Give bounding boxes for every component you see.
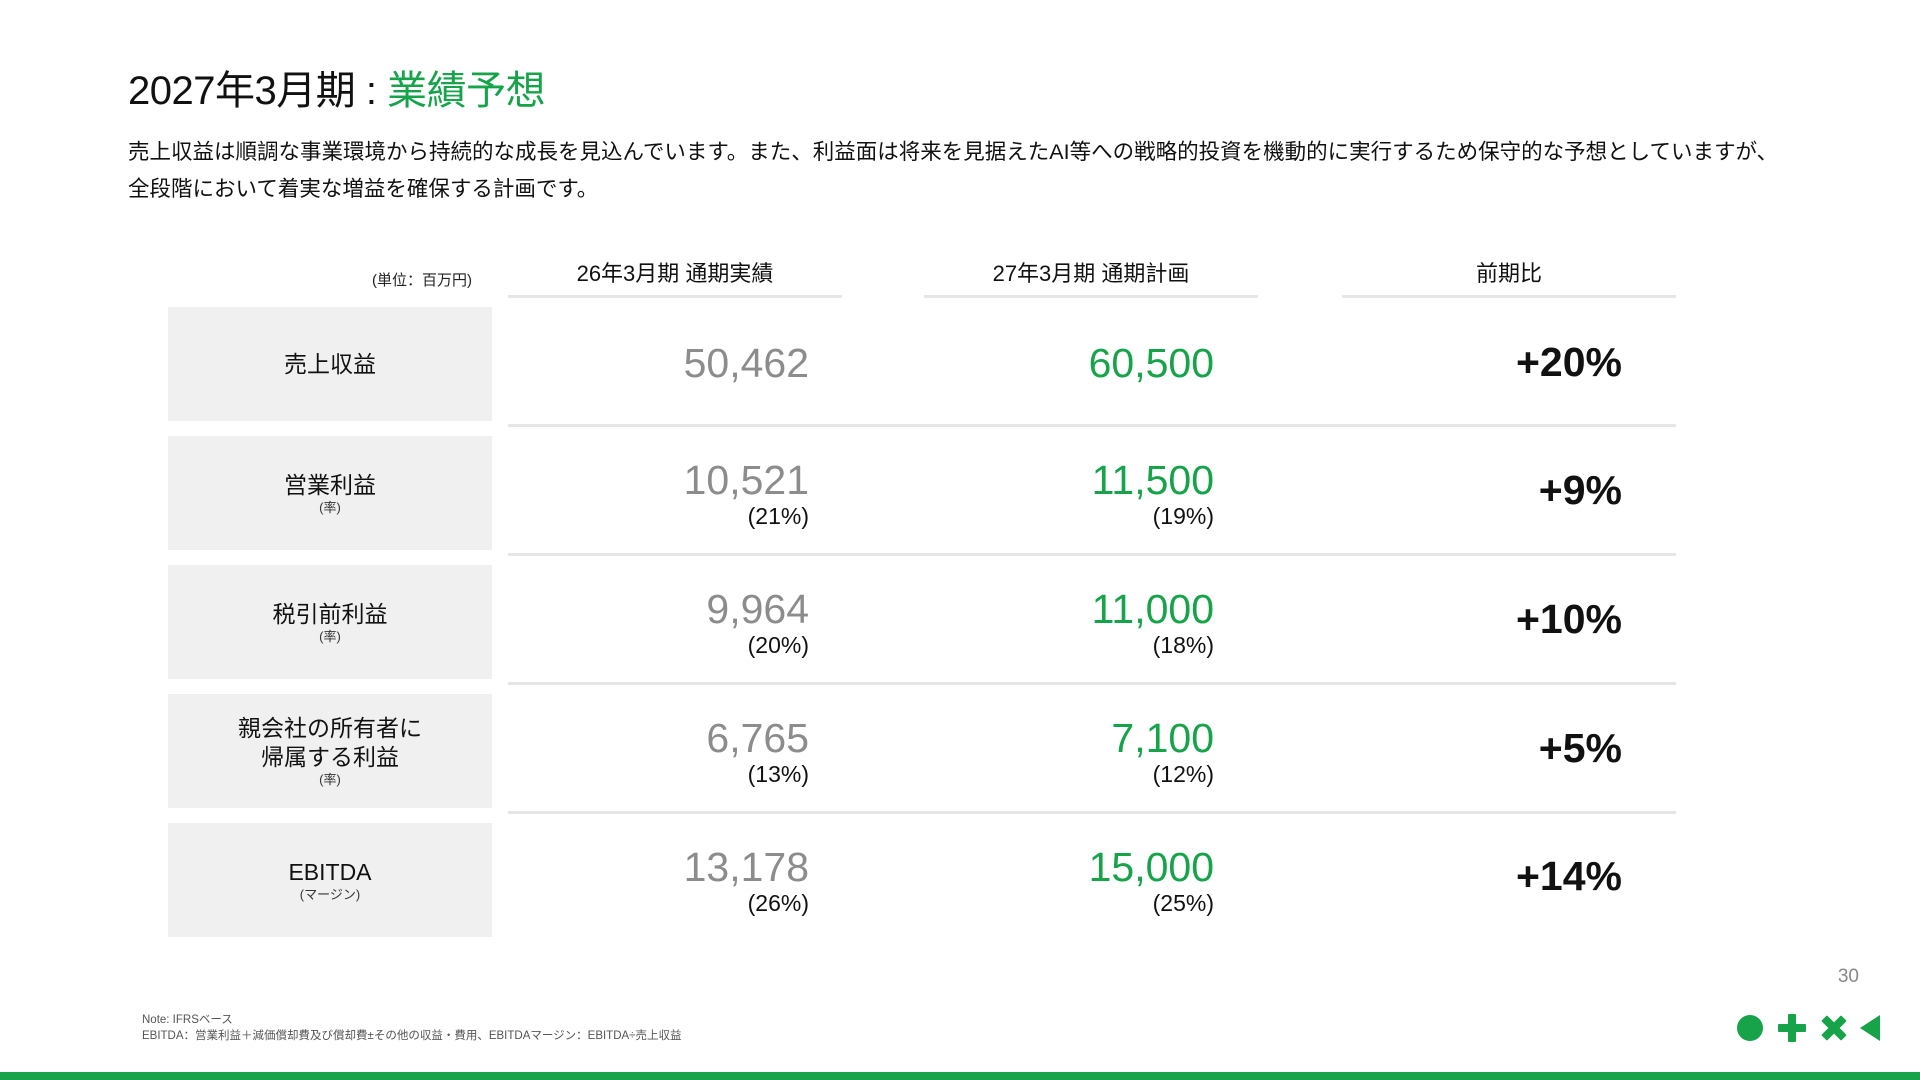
column-header-plan: 27年3月期 通期計画 (924, 256, 1258, 298)
prev-value-ebitda: 13,178 (26%) (684, 845, 809, 917)
row-label-text: EBITDA (288, 858, 372, 885)
prev-rate: (21%) (747, 503, 809, 529)
row-label-text: 税引前利益 (272, 600, 388, 627)
plan-number: 15,000 (1088, 844, 1214, 890)
prev-number: 9,964 (706, 586, 809, 632)
column-header-prev: 26年3月期 通期実績 (508, 256, 842, 298)
title-prefix: 2027年3月期 : (128, 69, 388, 113)
row-label-text: 売上収益 (284, 350, 376, 377)
plan-value-revenue: 60,500 (1089, 341, 1214, 385)
unit-label: (単位：百万円) (372, 272, 472, 289)
plan-number: 7,100 (1111, 715, 1214, 761)
footnote-line-2: EBITDA：営業利益＋減価償却費及び償却費±その他の収益・費用、EBITDAマ… (142, 1030, 682, 1042)
change-revenue: +20% (1515, 339, 1622, 385)
plan-rate: (12%) (1152, 761, 1214, 787)
description-text: 売上収益は順調な事業環境から持続的な成長を見込んでいます。また、利益面は将来を見… (128, 140, 1779, 201)
row-separator (508, 553, 1676, 556)
page-number: 30 (1837, 966, 1859, 987)
plan-value-parent-profit: 7,100 (12%) (1111, 716, 1214, 788)
row-label-operating-profit: 営業利益 (率) (168, 436, 492, 550)
brand-logo (1737, 1014, 1880, 1042)
plan-number: 11,500 (1091, 457, 1214, 503)
prev-rate: (26%) (747, 890, 809, 916)
plan-rate: (25%) (1152, 890, 1214, 916)
title-accent: 業績予想 (387, 69, 546, 113)
footnote: Note: IFRSベース EBITDA：営業利益＋減価償却費及び償却費±その他… (142, 1012, 682, 1044)
page-title: 2027年3月期 : 業績予想 (128, 58, 546, 116)
row-label-sub: (率) (319, 628, 341, 644)
prev-number: 6,765 (706, 715, 809, 761)
change-pretax-profit: +10% (1515, 596, 1622, 642)
prev-rate: (13%) (747, 761, 809, 787)
column-header-change: 前期比 (1342, 256, 1676, 298)
prev-value-revenue: 50,462 (684, 341, 809, 385)
bottom-accent-bar (0, 1072, 1920, 1080)
row-label-sub: (率) (319, 499, 341, 515)
prev-rate: (20%) (747, 632, 809, 658)
plan-rate: (18%) (1152, 632, 1214, 658)
circle-icon (1737, 1015, 1763, 1041)
prev-number: 50,462 (683, 340, 809, 386)
row-label-parent-profit: 親会社の所有者に 帰属する利益 (率) (168, 694, 492, 808)
row-separator (508, 424, 1676, 427)
footnote-line-1: Note: IFRSベース (142, 1014, 233, 1026)
change-operating-profit: +9% (1538, 467, 1622, 513)
row-label-revenue: 売上収益 (168, 307, 492, 421)
plan-number: 60,500 (1088, 340, 1214, 386)
plan-value-ebitda: 15,000 (25%) (1089, 845, 1214, 917)
prev-number: 13,178 (683, 844, 809, 890)
plan-rate: (19%) (1152, 503, 1214, 529)
change-parent-profit: +5% (1538, 725, 1622, 771)
plan-number: 11,000 (1091, 586, 1214, 632)
row-separator (508, 811, 1676, 814)
plus-icon (1778, 1014, 1806, 1042)
row-label-sub: (率) (319, 772, 341, 787)
plan-value-operating-profit: 11,500 (19%) (1092, 458, 1214, 530)
row-label-text: 親会社の所有者に 帰属する利益 (238, 715, 422, 770)
change-ebitda: +14% (1515, 853, 1622, 899)
row-label-text: 営業利益 (284, 471, 376, 498)
plan-value-pretax-profit: 11,000 (18%) (1092, 587, 1214, 659)
triangle-icon (1860, 1015, 1880, 1041)
row-label-pretax-profit: 税引前利益 (率) (168, 565, 492, 679)
row-separator (508, 682, 1676, 685)
cross-icon (1821, 1015, 1847, 1041)
row-label-ebitda: EBITDA (マージン) (168, 823, 492, 937)
prev-number: 10,521 (683, 457, 809, 503)
prev-value-pretax-profit: 9,964 (20%) (706, 587, 809, 659)
prev-value-parent-profit: 6,765 (13%) (706, 716, 809, 788)
prev-value-operating-profit: 10,521 (21%) (684, 458, 809, 530)
row-label-sub: (マージン) (299, 886, 361, 902)
